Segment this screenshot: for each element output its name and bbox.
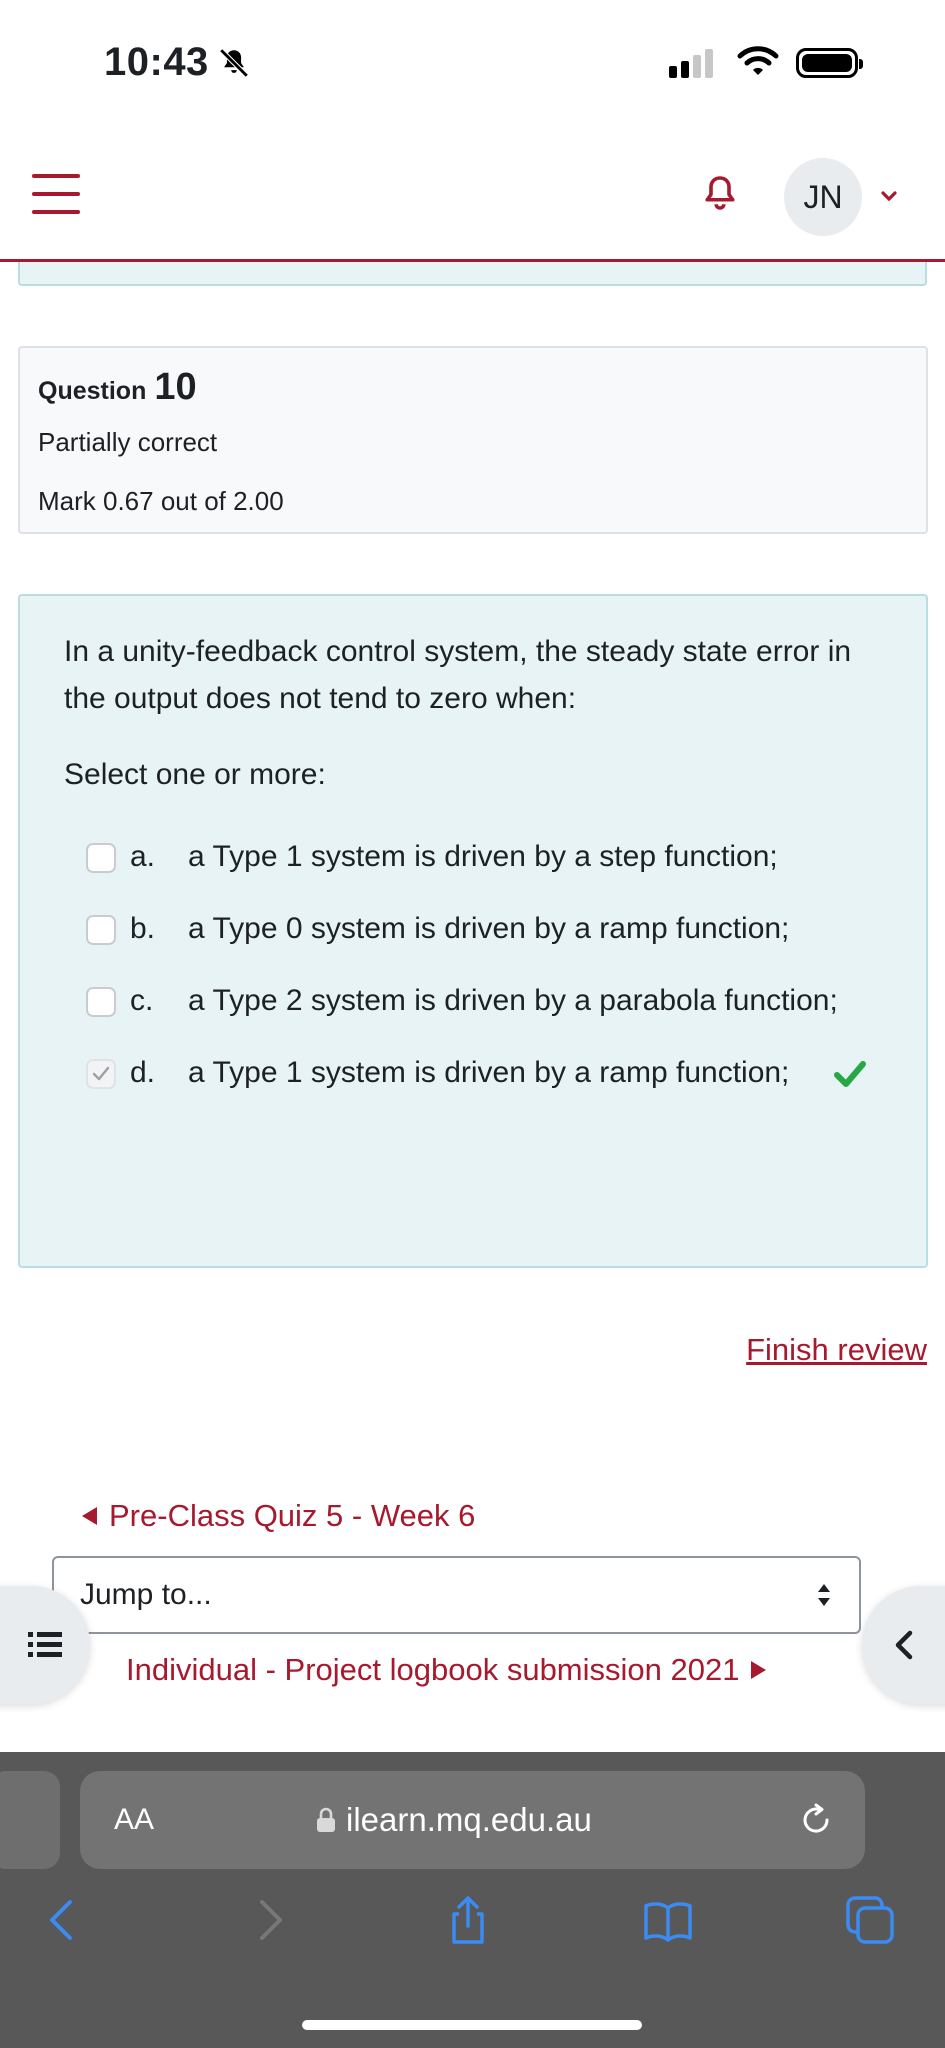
correct-check-icon [834,1061,866,1087]
answer-text: a Type 0 system is driven by a ramp func… [188,912,790,945]
answer-list: a. a Type 1 system is driven by a step f… [64,834,882,1096]
status-time: 10:43 [104,40,251,85]
question-info-panel: Question 10 Partially correct Mark 0.67 … [18,346,928,534]
user-avatar[interactable]: JN [784,158,862,236]
site-header: JN [0,130,945,262]
select-arrows-icon [818,1584,830,1606]
answer-checkbox[interactable] [86,843,116,873]
tabs-icon[interactable] [844,1894,896,1946]
question-grade: Mark 0.67 out of 2.00 [38,486,284,516]
block-drawer-toggle[interactable] [862,1586,945,1704]
next-activity-link[interactable]: Individual - Project logbook submission … [126,1652,767,1688]
forward-icon [260,1900,282,1940]
next-activity-label: Individual - Project logbook submission … [126,1652,740,1687]
list-icon [28,1632,62,1657]
address-bar[interactable]: AA ilearn.mq.edu.au [80,1771,865,1869]
menu-icon[interactable] [32,174,80,214]
reload-icon[interactable] [797,1801,835,1839]
silent-mode-icon [219,47,249,78]
chevron-left-icon [895,1630,913,1660]
url-text: ilearn.mq.edu.au [346,1801,592,1838]
answer-checkbox[interactable] [86,915,116,945]
cell-signal-icon [669,48,713,78]
question-number: Question 10 [38,366,908,409]
clock: 10:43 [104,40,209,84]
triangle-left-icon [82,1507,97,1525]
answer-option-b: b. a Type 0 system is driven by a ramp f… [64,906,882,952]
answer-letter: a. [130,840,156,873]
question-state: Partially correct [38,427,218,457]
question-content: In a unity-feedback control system, the … [18,594,928,1268]
answer-letter: c. [130,984,154,1017]
jump-to-select[interactable]: Jump to... [52,1556,861,1634]
checkmark-icon [92,1066,110,1081]
back-icon[interactable] [36,1894,88,1946]
text-size-button[interactable]: AA [114,1803,154,1837]
answer-prompt: Select one or more: [64,758,326,791]
battery-icon [796,48,863,78]
answer-option-c: c. a Type 2 system is driven by a parabo… [64,978,882,1024]
question-number-value: 10 [154,366,197,408]
prev-activity-label: Pre-Class Quiz 5 - Week 6 [109,1498,476,1533]
wifi-icon [737,46,779,75]
notifications-bell-icon[interactable] [702,173,738,213]
answer-text: a Type 2 system is driven by a parabola … [188,984,838,1017]
answer-option-a: a. a Type 1 system is driven by a step f… [64,834,882,880]
prev-activity-link[interactable]: Pre-Class Quiz 5 - Week 6 [82,1498,475,1534]
question-label: Question [38,377,147,405]
jump-to-value: Jump to... [80,1578,212,1611]
answer-letter: b. [130,912,156,945]
triangle-right-icon [751,1661,767,1679]
answer-letter: d. [130,1056,156,1089]
ios-status-bar: 10:43 [0,0,945,130]
answer-checkbox-checked[interactable] [86,1059,116,1089]
share-icon[interactable] [442,1894,494,1946]
answer-text: a Type 1 system is driven by a ramp func… [188,1056,790,1089]
answer-text: a Type 1 system is driven by a step func… [188,840,778,873]
previous-tab-preview[interactable] [0,1771,60,1869]
browser-toolbar: AA ilearn.mq.edu.au [0,1752,945,2048]
finish-review-link[interactable]: Finish review [746,1332,927,1368]
previous-question-block [18,262,927,286]
answer-option-d: d. a Type 1 system is driven by a ramp f… [64,1050,882,1096]
chevron-down-icon[interactable] [879,186,899,206]
question-text: In a unity-feedback control system, the … [64,635,852,715]
home-indicator[interactable] [302,2020,642,2030]
answer-checkbox[interactable] [86,987,116,1017]
url-display[interactable]: ilearn.mq.edu.au [316,1801,592,1839]
lock-icon [317,1807,335,1832]
bookmarks-icon[interactable] [642,1894,694,1946]
